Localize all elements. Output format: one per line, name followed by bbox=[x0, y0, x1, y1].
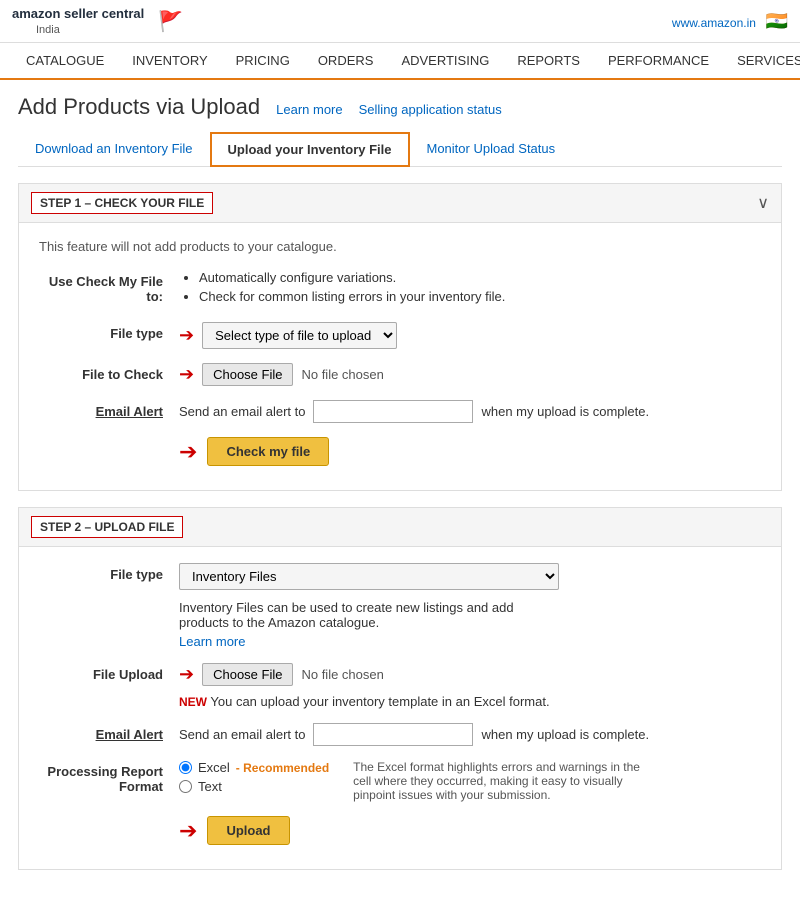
page-title: Add Products via Upload bbox=[18, 94, 260, 120]
nav-inventory[interactable]: INVENTORY bbox=[118, 43, 221, 78]
nav-services[interactable]: SERVICES bbox=[723, 43, 800, 78]
step2-email-when-text: when my upload is complete. bbox=[481, 727, 649, 742]
learn-more-link[interactable]: Learn more bbox=[276, 102, 342, 117]
header: amazon seller central India 🚩 www.amazon… bbox=[0, 0, 800, 43]
amazon-logo: amazon seller central India bbox=[12, 6, 144, 36]
step1-email-when-text: when my upload is complete. bbox=[481, 404, 649, 419]
step2-excel-label: Excel bbox=[198, 760, 230, 775]
header-website: www.amazon.in 🇮🇳 bbox=[672, 11, 788, 32]
tab-download[interactable]: Download an Inventory File bbox=[18, 132, 210, 166]
step2-no-file-text: No file chosen bbox=[301, 667, 383, 682]
step2-processing-label: Processing Report Format bbox=[39, 760, 179, 794]
step2-processing-row: Processing Report Format Excel - Recomme… bbox=[39, 760, 761, 802]
step1-file-arrow-icon: ➔ bbox=[179, 364, 194, 385]
tab-upload[interactable]: Upload your Inventory File bbox=[210, 132, 410, 167]
step2-text-row: Text bbox=[179, 779, 329, 794]
step1-file-type-select[interactable]: Select type of file to upload bbox=[202, 322, 397, 349]
nav-catalogue[interactable]: CATALOGUE bbox=[12, 43, 118, 78]
step1-section: STEP 1 – CHECK YOUR FILE ∨ This feature … bbox=[18, 183, 782, 491]
step1-arrow-icon: ➔ bbox=[179, 325, 194, 346]
step2-body: File type Inventory Files Inventory File… bbox=[19, 547, 781, 869]
india-flag-icon: 🇮🇳 bbox=[766, 11, 788, 31]
step1-email-input[interactable] bbox=[313, 400, 473, 423]
step2-inventory-desc: Inventory Files can be used to create ne… bbox=[179, 600, 559, 630]
step1-file-type-label: File type bbox=[39, 322, 179, 341]
step1-btn-arrow-icon: ➔ bbox=[179, 439, 197, 465]
step2-file-upload-row: File Upload ➔ Choose File No file chosen… bbox=[39, 663, 761, 709]
selling-status-link[interactable]: Selling application status bbox=[359, 102, 502, 117]
step2-choose-file-button[interactable]: Choose File bbox=[202, 663, 293, 686]
step1-use-check-label: Use Check My File to: bbox=[39, 270, 179, 304]
step2-file-type-label: File type bbox=[39, 563, 179, 582]
main-nav: CATALOGUE INVENTORY PRICING ORDERS ADVER… bbox=[0, 43, 800, 80]
step2-email-label: Email Alert bbox=[39, 723, 179, 742]
step1-choose-file-button[interactable]: Choose File bbox=[202, 363, 293, 386]
step1-bullets: Automatically configure variations. Chec… bbox=[179, 270, 505, 308]
flag-icon: 🚩 bbox=[158, 9, 183, 34]
bullet-item: Automatically configure variations. bbox=[199, 270, 505, 285]
step2-learn-more-link[interactable]: Learn more bbox=[179, 634, 559, 649]
nav-reports[interactable]: REPORTS bbox=[503, 43, 594, 78]
step1-use-check-row: Use Check My File to: Automatically conf… bbox=[39, 270, 761, 308]
nav-pricing[interactable]: PRICING bbox=[222, 43, 304, 78]
step1-no-file-text: No file chosen bbox=[301, 367, 383, 382]
step2-header[interactable]: STEP 2 – UPLOAD FILE bbox=[19, 508, 781, 547]
page-title-row: Add Products via Upload Learn more Selli… bbox=[18, 94, 782, 120]
step2-excel-row: Excel - Recommended bbox=[179, 760, 329, 775]
step1-file-check-row: File to Check ➔ Choose File No file chos… bbox=[39, 363, 761, 386]
step1-file-type-control: ➔ Select type of file to upload bbox=[179, 322, 397, 349]
tabs-bar: Download an Inventory File Upload your I… bbox=[18, 132, 782, 167]
tab-monitor[interactable]: Monitor Upload Status bbox=[410, 132, 573, 166]
page-content: Add Products via Upload Learn more Selli… bbox=[0, 80, 800, 900]
step1-email-send-text: Send an email alert to bbox=[179, 404, 305, 419]
step2-file-upload-label: File Upload bbox=[39, 663, 179, 682]
step2-section: STEP 2 – UPLOAD FILE File type Inventory… bbox=[18, 507, 782, 870]
step2-label: STEP 2 – UPLOAD FILE bbox=[31, 516, 183, 538]
step1-label: STEP 1 – CHECK YOUR FILE bbox=[31, 192, 213, 214]
step2-file-type-row: File type Inventory Files Inventory File… bbox=[39, 563, 761, 649]
step2-arrow-icon: ➔ bbox=[179, 664, 194, 685]
step1-feature-note: This feature will not add products to yo… bbox=[39, 239, 761, 254]
logo-area: amazon seller central India 🚩 bbox=[12, 6, 183, 36]
step2-excel-desc: The Excel format highlights errors and w… bbox=[345, 760, 645, 802]
step2-text-radio[interactable] bbox=[179, 780, 192, 793]
upload-button[interactable]: Upload bbox=[207, 816, 289, 845]
step2-excel-radio[interactable] bbox=[179, 761, 192, 774]
step2-btn-row: ➔ Upload bbox=[179, 816, 761, 845]
step1-body: This feature will not add products to yo… bbox=[19, 223, 781, 490]
step2-new-text: You can upload your inventory template i… bbox=[210, 694, 549, 709]
step2-file-type-select[interactable]: Inventory Files bbox=[179, 563, 559, 590]
nav-performance[interactable]: PERFORMANCE bbox=[594, 43, 723, 78]
step1-header[interactable]: STEP 1 – CHECK YOUR FILE ∨ bbox=[19, 184, 781, 223]
nav-advertising[interactable]: ADVERTISING bbox=[387, 43, 503, 78]
step2-email-send-text: Send an email alert to bbox=[179, 727, 305, 742]
nav-orders[interactable]: ORDERS bbox=[304, 43, 388, 78]
bullet-item: Check for common listing errors in your … bbox=[199, 289, 505, 304]
step1-email-label: Email Alert bbox=[39, 400, 179, 419]
check-my-file-button[interactable]: Check my file bbox=[207, 437, 329, 466]
step2-btn-arrow-icon: ➔ bbox=[179, 818, 197, 844]
step2-recommended-label: - Recommended bbox=[236, 761, 329, 775]
step1-file-type-row: File type ➔ Select type of file to uploa… bbox=[39, 322, 761, 349]
step1-file-check-label: File to Check bbox=[39, 363, 179, 382]
step2-email-row: Email Alert Send an email alert to when … bbox=[39, 723, 761, 746]
step2-new-badge: NEW bbox=[179, 695, 207, 709]
step2-text-label: Text bbox=[198, 779, 222, 794]
step1-btn-row: ➔ Check my file bbox=[179, 437, 761, 466]
step1-chevron-icon: ∨ bbox=[757, 193, 769, 213]
step2-email-input[interactable] bbox=[313, 723, 473, 746]
step1-email-row: Email Alert Send an email alert to when … bbox=[39, 400, 761, 423]
